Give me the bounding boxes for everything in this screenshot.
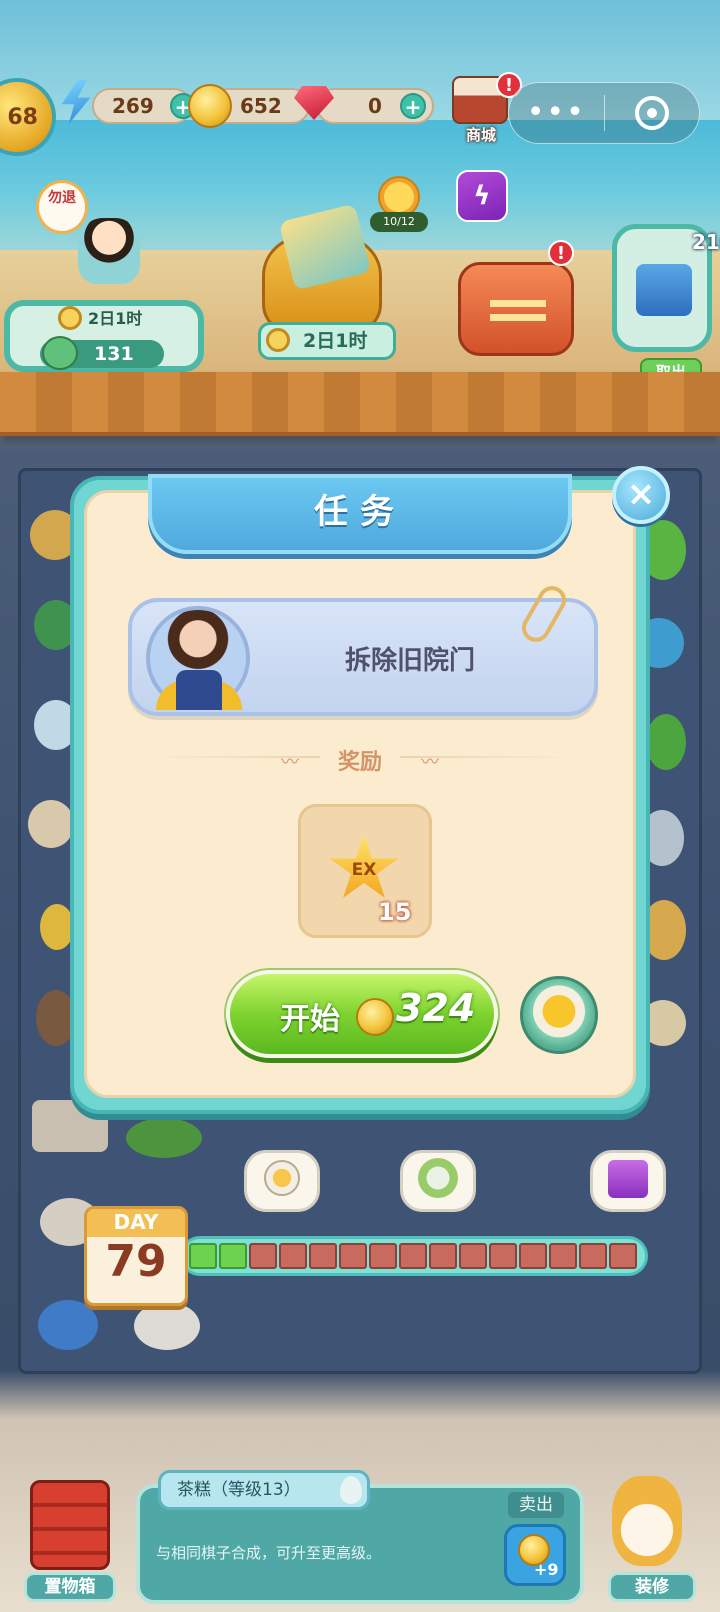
item-name: 茶糕（等级13） [158, 1470, 370, 1510]
alarm-clock-icon [58, 306, 82, 330]
progress-segment [339, 1243, 367, 1269]
player-level-text: 68 [7, 104, 38, 130]
progress-segment [459, 1243, 487, 1269]
left-event-timer: 2日1时 [88, 309, 143, 328]
board-item[interactable] [28, 800, 74, 848]
cooking-pan-icon [520, 976, 598, 1054]
clipboard-lines [490, 300, 546, 328]
coin-value: 652 [240, 94, 282, 118]
item-description: 与相同棋子合成，可升至更高级。 [156, 1544, 382, 1562]
progress-segment [489, 1243, 517, 1269]
event-sign: 勿退 [36, 180, 88, 234]
storage-crate-icon[interactable] [30, 1480, 110, 1570]
coin-icon [356, 998, 394, 1036]
gem-value: 0 [368, 94, 382, 118]
start-button-label: 开始 [280, 1002, 340, 1037]
board-item[interactable] [134, 1302, 200, 1350]
progress-segment [579, 1243, 607, 1269]
progress-segment [369, 1243, 397, 1269]
energy-value: 269 [112, 94, 154, 118]
board-item[interactable] [38, 1300, 98, 1350]
sell-label: 卖出 [508, 1492, 564, 1518]
add-gem-button[interactable]: + [400, 93, 426, 119]
water-drop-icon [340, 1476, 362, 1504]
strainer-icon [418, 1158, 458, 1198]
avatar-apron [176, 670, 222, 710]
progress-segment [279, 1243, 307, 1269]
coin-icon [188, 84, 232, 128]
board-item[interactable] [40, 904, 74, 950]
treasure-chest-icon [608, 1160, 648, 1198]
progress-segment [519, 1243, 547, 1269]
progress-segment [429, 1243, 457, 1269]
board-item[interactable] [126, 1118, 202, 1158]
close-miniprogram-button[interactable] [604, 96, 699, 130]
event-mascot [78, 218, 140, 284]
progress-segment-complete [189, 1243, 217, 1269]
soup-bowl-icon [264, 1160, 300, 1196]
board-item[interactable] [646, 714, 686, 770]
close-icon: × [626, 474, 656, 514]
alarm-clock-icon [266, 328, 290, 352]
shop-awning [0, 372, 720, 436]
lightning-card-icon[interactable]: ϟ [456, 170, 508, 222]
energy-counter: 269 + [92, 88, 196, 124]
progress-segment [309, 1243, 337, 1269]
day-label: DAY [113, 1210, 159, 1234]
reward-amount: 15 [378, 898, 412, 926]
storage-count: 216 [692, 230, 720, 254]
start-cost: 324 [396, 986, 476, 1030]
storage-box-icon [636, 264, 692, 316]
piggy-icon [42, 336, 78, 370]
task-modal-title: 任务 [314, 492, 406, 532]
day-progress-bar [180, 1236, 648, 1276]
day-number: 79 [105, 1236, 167, 1287]
experience-star-label: EX [351, 860, 377, 880]
more-dots-icon[interactable]: ••• [509, 98, 604, 128]
progress-segment [399, 1243, 427, 1269]
shop-label: 商城 [465, 126, 496, 144]
miniprogram-capsule: ••• [508, 82, 700, 144]
sell-value: +9 [534, 1560, 559, 1579]
storage-crate-button[interactable]: 置物箱 [24, 1572, 116, 1602]
reward-label: 奖励 [337, 750, 382, 775]
swirl-ornament-icon: 〰 [421, 752, 439, 773]
progress-segment-complete [219, 1243, 247, 1269]
decorate-button[interactable]: 装修 [608, 1572, 696, 1602]
target-icon [634, 96, 669, 130]
clipboard-alert-badge: ! [548, 240, 574, 266]
swirl-ornament-icon: 〰 [281, 752, 299, 773]
sunflower-count: 10/12 [370, 212, 428, 232]
progress-segment [249, 1243, 277, 1269]
progress-segment [609, 1243, 637, 1269]
close-modal-button[interactable]: × [612, 466, 670, 524]
decorate-icon[interactable] [612, 1476, 682, 1566]
progress-segment [549, 1243, 577, 1269]
gem-counter: 0 + [316, 88, 434, 124]
task-name: 拆除旧院门 [344, 646, 475, 676]
